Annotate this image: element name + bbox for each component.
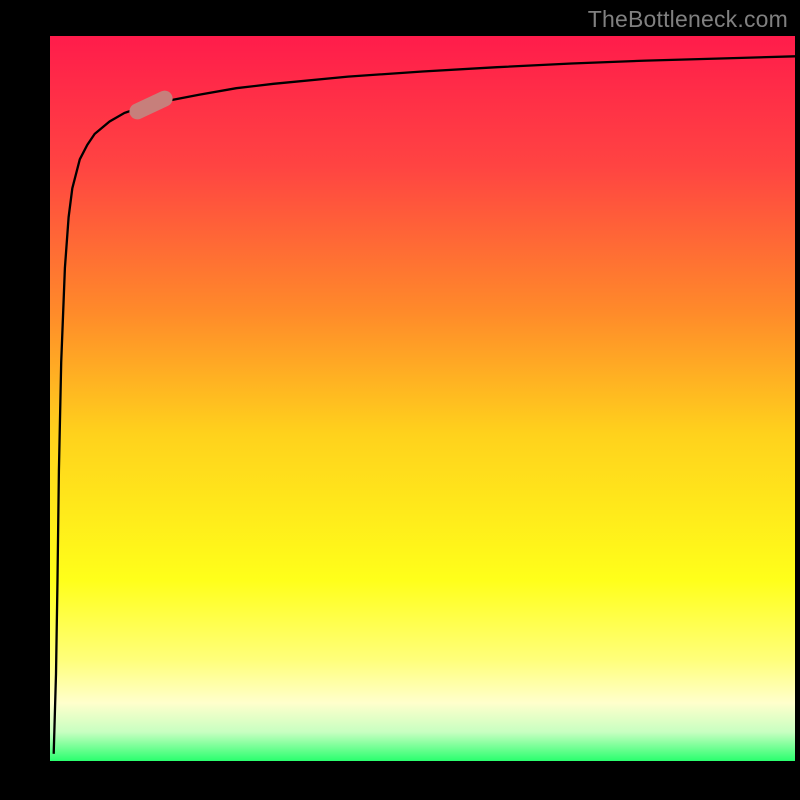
gradient-background (50, 36, 795, 761)
plot-area (50, 36, 795, 761)
watermark-text: TheBottleneck.com (588, 6, 788, 33)
chart-stage: TheBottleneck.com (0, 0, 800, 800)
